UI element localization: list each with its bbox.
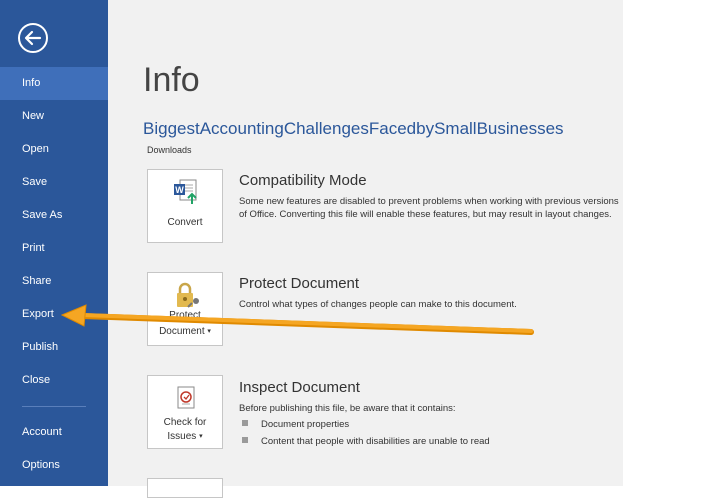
inspect-document-icon (177, 386, 195, 409)
bullet-square-icon (242, 437, 248, 443)
protect-label-line1: Protect (169, 310, 201, 321)
back-button[interactable] (17, 22, 49, 54)
nav-options[interactable]: Options (0, 449, 108, 482)
dropdown-caret-icon: ▾ (207, 328, 211, 335)
svg-text:W: W (175, 185, 184, 195)
dropdown-caret-icon: ▾ (199, 433, 203, 440)
info-pane: Info BiggestAccountingChallengesFacedbyS… (108, 0, 623, 498)
next-section-button[interactable] (147, 478, 223, 498)
compatibility-mode-description: Some new features are disabled to preven… (239, 196, 619, 220)
nav-save-as[interactable]: Save As (0, 199, 108, 232)
nav-open[interactable]: Open (0, 133, 108, 166)
bullet-square-icon (242, 420, 248, 426)
convert-label: Convert (167, 217, 203, 228)
nav-share[interactable]: Share (0, 265, 108, 298)
nav-account[interactable]: Account (0, 416, 108, 449)
check-issues-label-line1: Check for (163, 417, 207, 428)
inspect-bullet: Document properties (242, 418, 349, 431)
backstage-sidebar: Info New Open Save Save As Print Share E… (0, 0, 108, 486)
inspect-document-title: Inspect Document (239, 379, 360, 396)
nav-info[interactable]: Info (0, 67, 108, 100)
protect-label-line2: Document ▾ (159, 326, 211, 337)
nav-close[interactable]: Close (0, 364, 108, 397)
back-arrow-circle-icon (18, 23, 48, 53)
protect-document-description: Control what types of changes people can… (239, 299, 517, 310)
convert-button[interactable]: W Convert (147, 169, 223, 243)
check-for-issues-button[interactable]: Check for Issues ▾ (147, 375, 223, 449)
page-title: Info (143, 61, 200, 99)
document-name: BiggestAccountingChallengesFacedbySmallB… (143, 119, 564, 138)
inspect-bullet: Content that people with disabilities ar… (242, 435, 490, 448)
nav-print[interactable]: Print (0, 232, 108, 265)
check-issues-label-line2: Issues ▾ (167, 431, 203, 442)
nav-divider (22, 406, 86, 407)
word-convert-icon: W (174, 179, 197, 204)
document-path[interactable]: Downloads (147, 145, 192, 155)
properties-pane (623, 0, 716, 486)
compatibility-mode-title: Compatibility Mode (239, 172, 367, 189)
protect-document-title: Protect Document (239, 275, 360, 292)
inspect-document-description: Before publishing this file, be aware th… (239, 403, 456, 414)
lock-key-icon (177, 282, 199, 308)
nav-new[interactable]: New (0, 100, 108, 133)
nav-publish[interactable]: Publish (0, 331, 108, 364)
nav-save[interactable]: Save (0, 166, 108, 199)
nav-export[interactable]: Export (0, 298, 108, 331)
protect-document-button[interactable]: Protect Document ▾ (147, 272, 223, 346)
